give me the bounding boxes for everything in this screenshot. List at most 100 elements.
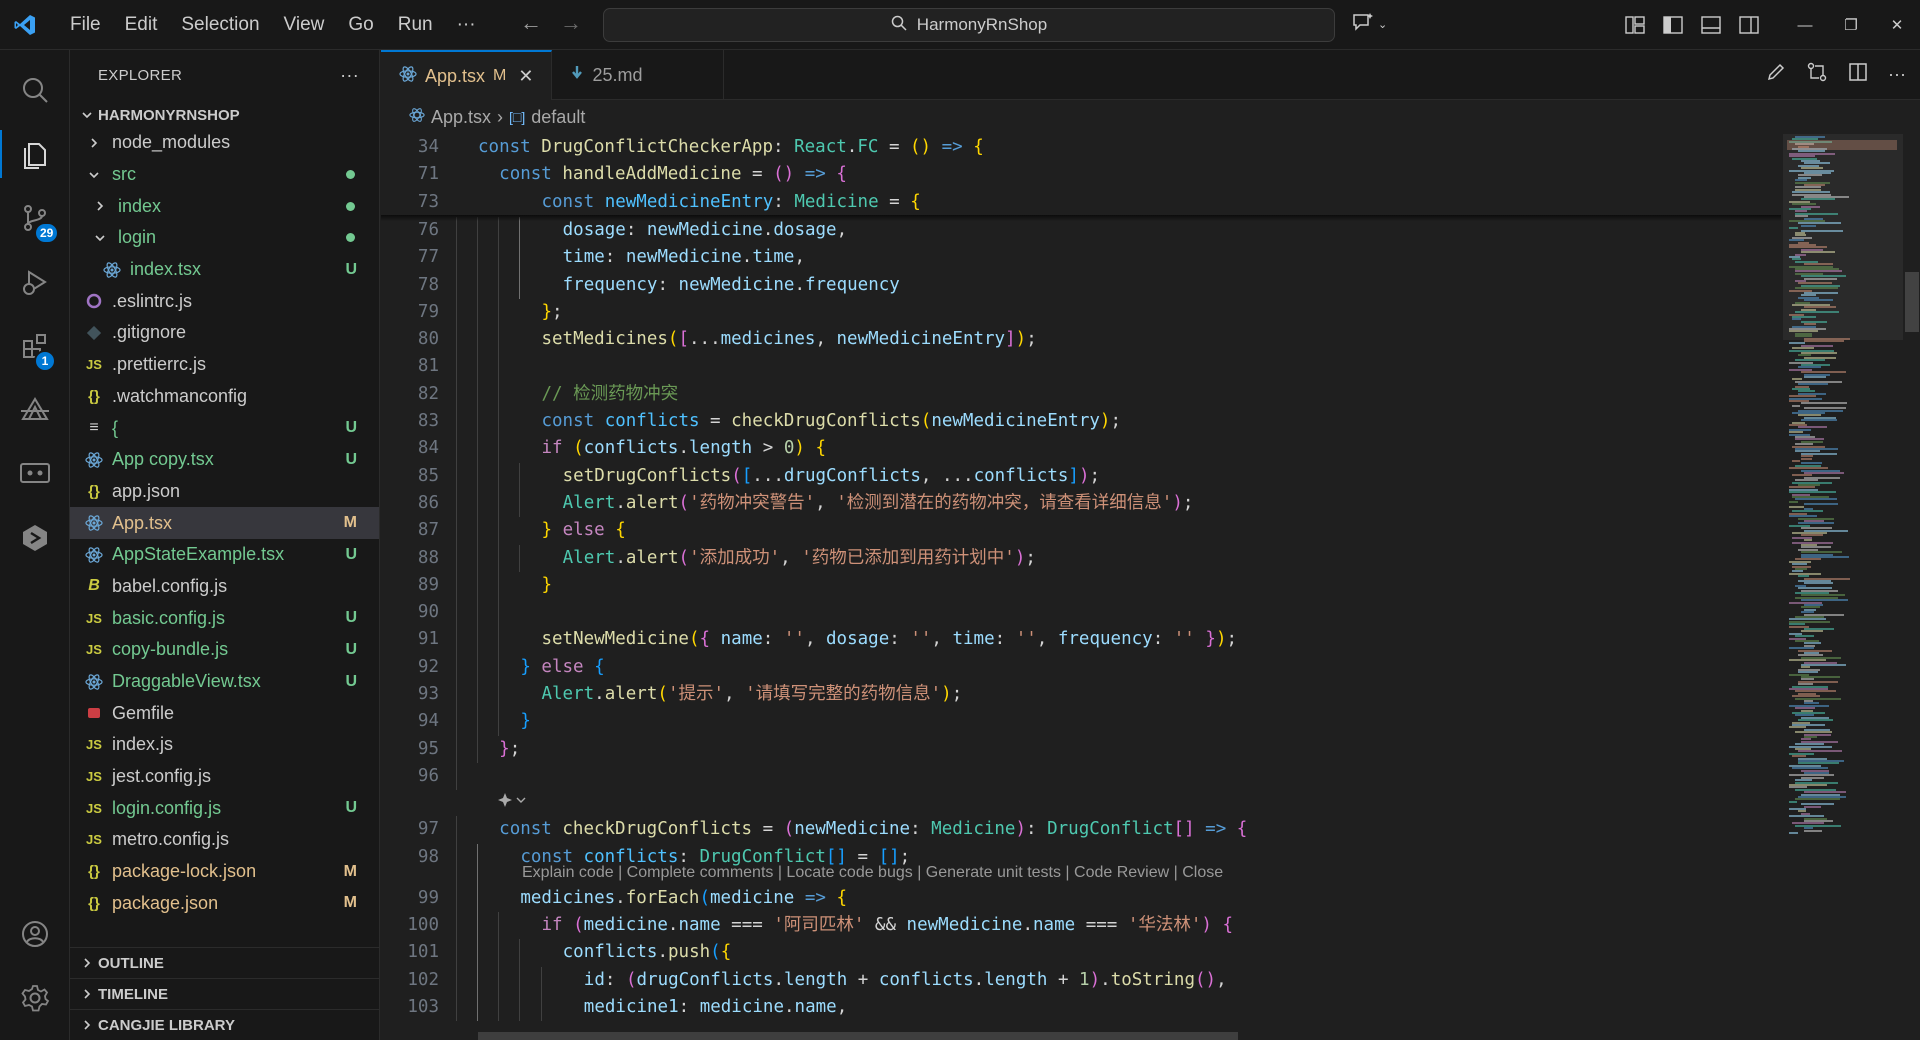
code-line[interactable]: 100 if (medicine.name === '阿司匹林' && newMe… bbox=[381, 912, 1781, 939]
horizontal-scrollbar-thumb[interactable] bbox=[478, 1032, 1238, 1040]
explorer-more-actions-icon[interactable]: ··· bbox=[340, 65, 359, 86]
code-line[interactable]: 90 bbox=[381, 599, 1781, 626]
menu-item[interactable]: View bbox=[272, 7, 337, 43]
menu-item[interactable]: Selection bbox=[169, 7, 271, 43]
tree-folder[interactable]: node_modules bbox=[70, 127, 379, 159]
run-debug-icon[interactable] bbox=[0, 250, 70, 314]
tree-file[interactable]: {} app.json bbox=[70, 476, 379, 508]
source-control-icon[interactable]: 29 bbox=[0, 186, 70, 250]
tree-file[interactable]: App copy.tsx U bbox=[70, 444, 379, 476]
close-window-icon[interactable]: ✕ bbox=[1874, 0, 1920, 50]
code-line[interactable]: 88 Alert.alert('添加成功', '药物已添加到用药计划中'); bbox=[381, 545, 1781, 572]
tree-file[interactable]: ≡ {U bbox=[70, 412, 379, 444]
minimize-icon[interactable]: — bbox=[1782, 0, 1828, 50]
code-line[interactable]: 79}; bbox=[381, 299, 1781, 326]
pencil-edit-icon[interactable] bbox=[1766, 62, 1786, 87]
tree-file[interactable]: App.tsx M bbox=[70, 507, 379, 539]
code-line[interactable]: 80 setMedicines([...medicines, newMedicin… bbox=[381, 326, 1781, 353]
toggle-primary-sidebar-icon[interactable] bbox=[1654, 0, 1692, 50]
breadcrumb-file[interactable]: App.tsx bbox=[431, 107, 491, 128]
tree-file[interactable]: JS metro.config.js bbox=[70, 824, 379, 856]
remote-explorer-icon[interactable] bbox=[0, 442, 70, 506]
code-line[interactable]: 87} else { bbox=[381, 517, 1781, 544]
tree-folder[interactable]: login bbox=[70, 222, 379, 254]
forward-arrow-icon[interactable]: → bbox=[560, 10, 582, 36]
code-line[interactable]: 95}; bbox=[381, 736, 1781, 763]
restore-icon[interactable]: ❐ bbox=[1828, 0, 1874, 50]
code-line[interactable]: 85 setDrugConflicts([...drugConflicts, ..… bbox=[381, 463, 1781, 490]
tree-file[interactable]: {} package-lock.json M bbox=[70, 856, 379, 888]
code-lens-actions[interactable]: Explain code | Complete comments | Locat… bbox=[522, 864, 1223, 886]
split-editor-icon[interactable] bbox=[1848, 62, 1868, 87]
deveco-icon[interactable] bbox=[0, 378, 70, 442]
tree-file[interactable]: {} .watchmanconfig bbox=[70, 381, 379, 413]
settings-gear-icon[interactable] bbox=[0, 966, 70, 1030]
code-line[interactable]: 96 bbox=[381, 763, 1781, 790]
code-line[interactable]: 84 if (conflicts.length > 0) { bbox=[381, 435, 1781, 462]
code-line[interactable]: 81 bbox=[381, 353, 1781, 380]
extensions-icon[interactable]: 1 bbox=[0, 314, 70, 378]
tab-app-tsx[interactable]: App.tsx M ✕ bbox=[381, 50, 553, 100]
code-line[interactable]: 77 time: newMedicine.time, bbox=[381, 244, 1781, 271]
toggle-secondary-sidebar-icon[interactable] bbox=[1730, 0, 1768, 50]
tree-file[interactable]: JS .prettierrc.js bbox=[70, 349, 379, 381]
code-line[interactable]: 91 setNewMedicine({ name: '', dosage: '',… bbox=[381, 626, 1781, 653]
accounts-icon[interactable] bbox=[0, 902, 70, 966]
menu-item[interactable]: Edit bbox=[113, 7, 170, 43]
minimap[interactable] bbox=[1783, 134, 1903, 1040]
workspace-root-header[interactable]: HARMONYRNSHOP bbox=[70, 100, 379, 130]
tree-file[interactable]: Bbabel.config.js bbox=[70, 571, 379, 603]
tree-file[interactable]: AppStateExample.tsx U bbox=[70, 539, 379, 571]
back-arrow-icon[interactable]: ← bbox=[520, 10, 542, 36]
code-line[interactable]: 89} bbox=[381, 572, 1781, 599]
tree-folder[interactable]: index bbox=[70, 190, 379, 222]
ai-sparkle-icon[interactable] bbox=[497, 792, 527, 812]
code-line[interactable]: 78 frequency: newMedicine.frequency bbox=[381, 272, 1781, 299]
tree-file[interactable]: .gitignore bbox=[70, 317, 379, 349]
vertical-scrollbar[interactable] bbox=[1905, 134, 1919, 1040]
toggle-panel-icon[interactable] bbox=[1692, 0, 1730, 50]
menu-item[interactable]: Go bbox=[336, 7, 385, 43]
menu-item[interactable]: Run bbox=[386, 7, 445, 43]
tree-file[interactable]: JS jest.config.js bbox=[70, 761, 379, 793]
tree-file[interactable]: index.tsx U bbox=[70, 254, 379, 286]
breadcrumb-symbol[interactable]: default bbox=[531, 107, 585, 128]
code-line[interactable]: 102 id: (drugConflicts.length + conflicts… bbox=[381, 967, 1781, 994]
code-line[interactable]: 93 Alert.alert('提示', '请填写完整的药物信息'); bbox=[381, 681, 1781, 708]
tree-folder[interactable]: src bbox=[70, 159, 379, 191]
code-line[interactable]: 82 // 检测药物冲突 bbox=[381, 381, 1781, 408]
code-line[interactable]: 94} bbox=[381, 708, 1781, 735]
code-line[interactable]: 97 const checkDrugConflicts = (newMedicin… bbox=[381, 816, 1781, 843]
sticky-scroll-line[interactable]: 71 const handleAddMedicine = () => { bbox=[381, 161, 1781, 189]
code-line[interactable]: 101 conflicts.push({ bbox=[381, 939, 1781, 966]
section-cangjie-library[interactable]: CANGJIE LIBRARY bbox=[70, 1009, 379, 1040]
vertical-scrollbar-thumb[interactable] bbox=[1905, 272, 1919, 332]
sticky-scroll-line[interactable]: 73 const newMedicineEntry: Medicine = { bbox=[381, 188, 1781, 216]
tree-file[interactable]: JS index.js bbox=[70, 729, 379, 761]
explorer-view-icon[interactable] bbox=[0, 122, 70, 186]
code-line[interactable]: 86 Alert.alert('药物冲突警告', '检测到潜在的药物冲突，请查看详… bbox=[381, 490, 1781, 517]
code-line[interactable]: 103 medicine1: medicine.name, bbox=[381, 994, 1781, 1021]
copilot-chat-button[interactable]: ⌄ bbox=[1352, 12, 1387, 37]
search-view-icon[interactable] bbox=[0, 58, 70, 122]
compare-changes-icon[interactable] bbox=[1806, 62, 1828, 87]
command-center-search[interactable]: HarmonyRnShop bbox=[603, 8, 1335, 42]
code-line[interactable]: 92} else { bbox=[381, 654, 1781, 681]
code-editor[interactable]: 34 const DrugConflictCheckerApp: React.FC… bbox=[381, 134, 1781, 1040]
code-line[interactable]: 99 medicines.forEach(medicine => { bbox=[381, 885, 1781, 912]
more-actions-icon[interactable]: ··· bbox=[1888, 64, 1906, 85]
tree-file[interactable]: {} package.json M bbox=[70, 888, 379, 920]
code-line[interactable]: 83 const conflicts = checkDrugConflicts(n… bbox=[381, 408, 1781, 435]
tab-25-md[interactable]: 25.md bbox=[552, 50, 725, 100]
section-timeline[interactable]: TIMELINE bbox=[70, 978, 379, 1009]
tree-file[interactable]: JS copy-bundle.js U bbox=[70, 634, 379, 666]
tree-file[interactable]: JS basic.config.js U bbox=[70, 602, 379, 634]
tree-file[interactable]: .eslintrc.js bbox=[70, 285, 379, 317]
close-tab-icon[interactable]: ✕ bbox=[518, 66, 533, 87]
tree-file[interactable]: Gemfile bbox=[70, 697, 379, 729]
tree-file[interactable]: DraggableView.tsx U bbox=[70, 666, 379, 698]
section-outline[interactable]: OUTLINE bbox=[70, 947, 379, 978]
menu-more[interactable]: ··· bbox=[445, 7, 488, 43]
sticky-scroll-line[interactable]: 34 const DrugConflictCheckerApp: React.FC… bbox=[381, 134, 1781, 161]
tree-file[interactable]: JS login.config.js U bbox=[70, 792, 379, 824]
